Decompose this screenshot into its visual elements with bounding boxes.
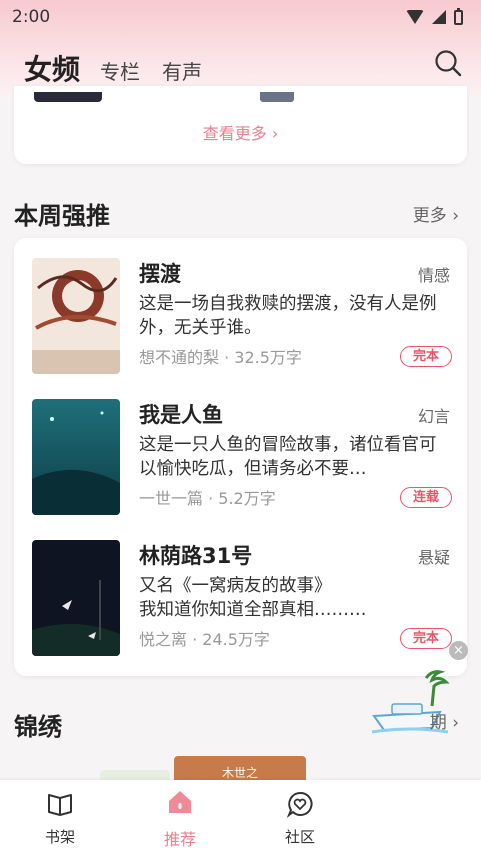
status-badge: 连载 [399, 487, 452, 508]
book-category: 悬疑 [417, 548, 450, 567]
status-badge: 完本 [399, 628, 452, 649]
top-nav: 女频 专栏 有声 [0, 40, 481, 90]
section-title-jinxiu: 锦绣 [14, 713, 62, 741]
book-description: 这是一只人鱼的冒险故事，诸位看官可以愉快吃瓜，但请务必不要… [139, 435, 437, 479]
book-description: 又名《一窝病友的故事》 我知道你知道全部真相……… [139, 576, 367, 620]
status-bar: 2:00 [0, 0, 481, 34]
previous-section-card: 查看更多 › [14, 86, 467, 164]
book-meta: 悦之离 · 24.5万字 [139, 630, 270, 649]
book-title: 摆渡 [139, 262, 181, 286]
bottom-nav: 书架 推荐 社区 [0, 780, 481, 855]
book-cover-peek[interactable] [260, 92, 294, 102]
see-more-link[interactable]: 查看更多 › [14, 120, 467, 144]
nav-recommend[interactable]: 推荐 [120, 780, 240, 855]
book-category: 情感 [417, 266, 450, 285]
nav-community[interactable]: 社区 [240, 780, 360, 855]
book-cover[interactable] [32, 399, 120, 515]
book-cover-peek[interactable] [34, 92, 102, 102]
nav-label: 推荐 [163, 830, 196, 849]
book-title: 林荫路31号 [139, 544, 253, 568]
tab-yousheng[interactable]: 有声 [162, 54, 202, 90]
search-icon[interactable] [433, 48, 463, 78]
status-icons [406, 7, 463, 25]
signal-icon [432, 10, 446, 24]
nav-bookshelf[interactable]: 书架 [0, 780, 120, 855]
book-category: 幻言 [417, 407, 450, 426]
book-cover[interactable] [32, 540, 120, 656]
book-cover[interactable] [32, 258, 120, 374]
heart-chat-icon [286, 791, 313, 818]
wifi-icon [406, 10, 424, 24]
tab-nvpin[interactable]: 女频 [24, 50, 80, 90]
nav-label: 社区 [284, 828, 315, 846]
book-item[interactable]: 我是人鱼 幻言 这是一只人鱼的冒险故事，诸位看官可以愉快吃瓜，但请务必不要… 一… [32, 399, 452, 517]
home-icon [169, 791, 191, 813]
battery-icon [454, 7, 463, 25]
book-meta: 想不通的梨 · 32.5万字 [139, 348, 302, 367]
status-badge: 完本 [399, 346, 452, 367]
book-title: 我是人鱼 [139, 403, 223, 427]
book-icon [48, 794, 72, 816]
status-time: 2:00 [12, 7, 51, 27]
jinxiu-more-link[interactable]: 期 › [430, 708, 459, 733]
nav-label: 书架 [44, 828, 75, 846]
section-title-weekly: 本周强推 [14, 202, 110, 230]
weekly-more-link[interactable]: 更多 › [413, 201, 459, 226]
book-meta: 一世一篇 · 5.2万字 [139, 489, 276, 508]
book-item[interactable]: 林荫路31号 悬疑 又名《一窝病友的故事》 我知道你知道全部真相……… 悦之离 … [32, 540, 452, 658]
tab-zhuanlan[interactable]: 专栏 [100, 54, 140, 90]
close-ad-icon[interactable]: × [449, 641, 468, 660]
book-item[interactable]: 摆渡 情感 这是一场自我救赎的摆渡，没有人是例外，无关乎谁。 想不通的梨 · 3… [32, 258, 452, 376]
book-description: 这是一场自我救赎的摆渡，没有人是例外，无关乎谁。 [139, 294, 437, 338]
weekly-books-card: 摆渡 情感 这是一场自我救赎的摆渡，没有人是例外，无关乎谁。 想不通的梨 · 3… [14, 238, 467, 676]
